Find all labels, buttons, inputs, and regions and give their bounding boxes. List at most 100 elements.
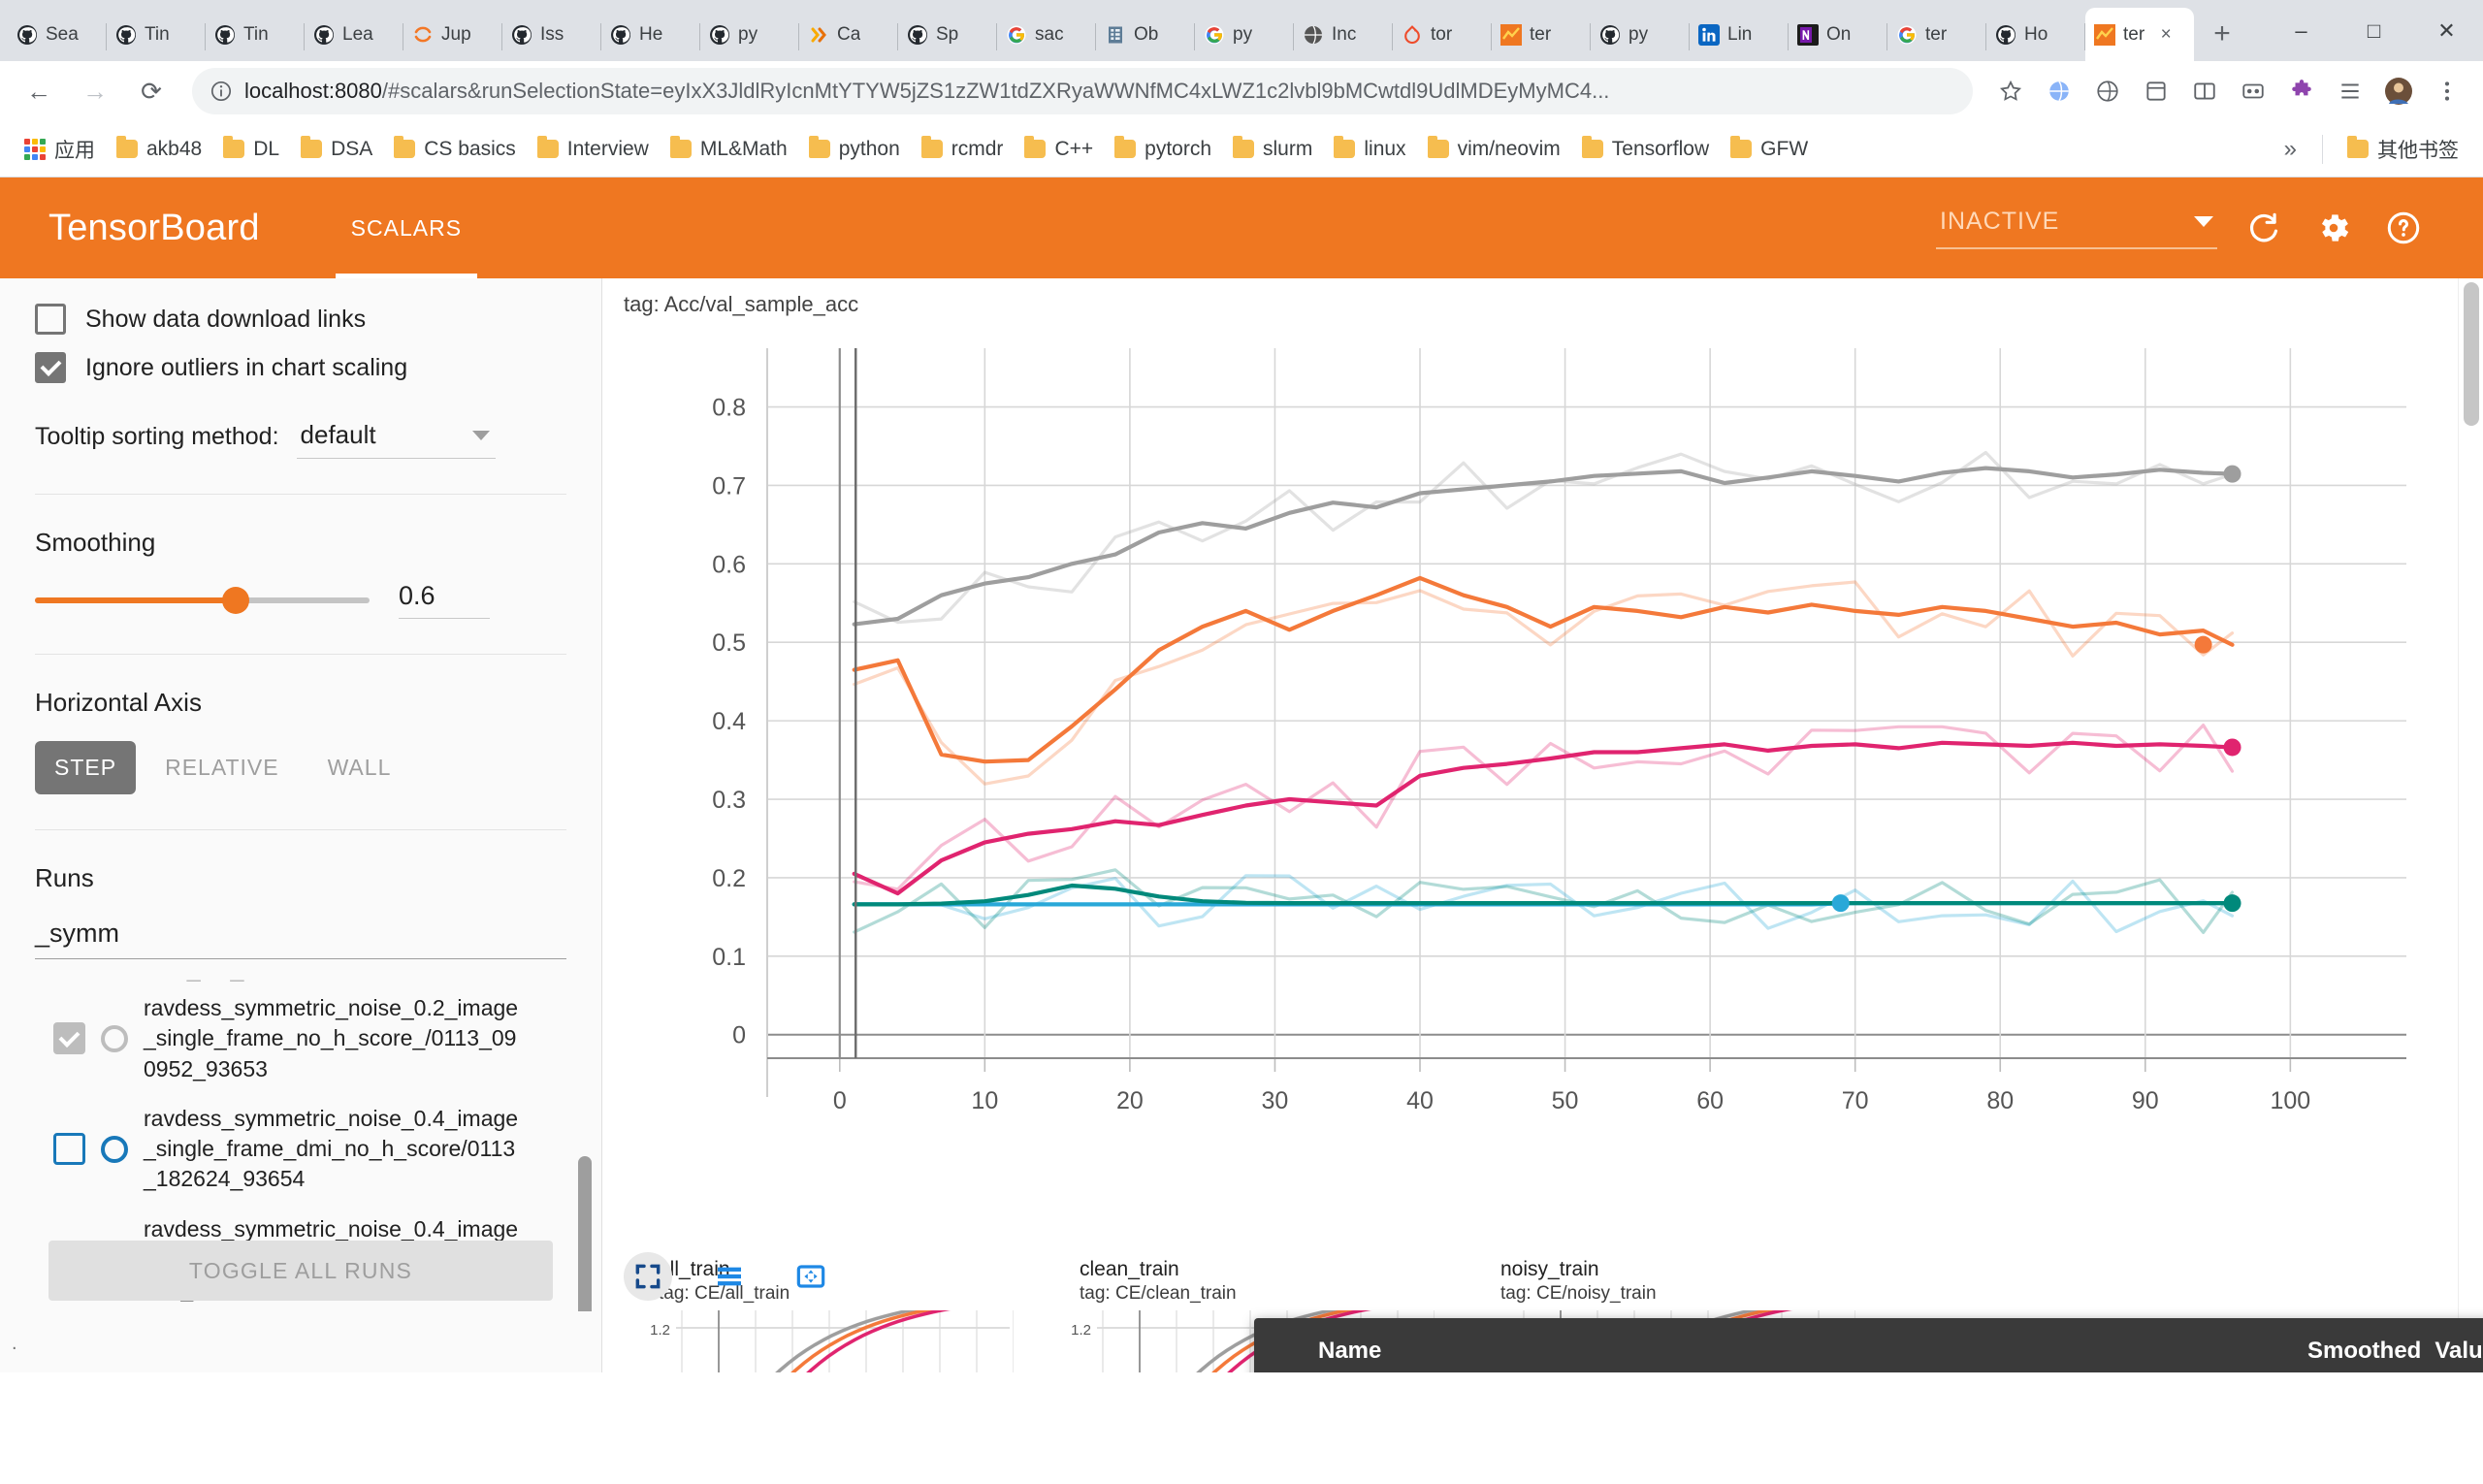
browser-tab[interactable]: sac bbox=[997, 8, 1096, 61]
bookmark-star-icon[interactable] bbox=[1988, 69, 2033, 113]
axis-button-step[interactable]: STEP bbox=[35, 741, 137, 794]
show-download-links-checkbox[interactable] bbox=[35, 304, 66, 335]
browser-tab[interactable]: Iss bbox=[502, 8, 601, 61]
ignore-outliers-checkbox[interactable] bbox=[35, 352, 66, 383]
forward-icon[interactable]: → bbox=[70, 66, 120, 116]
run-checkbox[interactable] bbox=[53, 1133, 85, 1166]
run-list-item[interactable]: ravdess_symmetric_noise_0.4_image_single… bbox=[0, 1094, 601, 1205]
run-list-scrollbar[interactable] bbox=[578, 1156, 592, 1311]
bookmark-item[interactable]: pytorch bbox=[1104, 132, 1222, 167]
collections-icon[interactable] bbox=[2134, 69, 2178, 113]
scalar-chart-svg[interactable]: 0 0.1 0.2 0.3 0.4 0.5 0.6 0.7 0.8 0 10 20 30 40 50 60 70… bbox=[602, 321, 2445, 1252]
help-icon[interactable] bbox=[2380, 205, 2427, 251]
bookmark-item[interactable]: slurm bbox=[1222, 132, 1323, 167]
fit-domain-icon[interactable] bbox=[624, 1252, 672, 1301]
toggle-all-runs-button[interactable]: TOGGLE ALL RUNS bbox=[48, 1241, 553, 1301]
share-icon[interactable] bbox=[2231, 69, 2275, 113]
show-download-links-row[interactable]: Show data download links bbox=[35, 304, 566, 335]
lower-chart-all-train[interactable]: all_train tag: CE/all_train 1.20.80.4 bbox=[626, 1258, 1023, 1372]
reload-icon[interactable]: ⟳ bbox=[126, 66, 177, 116]
browser-tab[interactable]: Lin bbox=[1690, 8, 1789, 61]
github-icon bbox=[609, 23, 632, 47]
tensorboard-app: TensorBoard SCALARS INACTIVE Show data d… bbox=[0, 177, 2483, 1372]
bookmark-item[interactable]: 应用 bbox=[14, 129, 106, 170]
bookmark-item[interactable]: python bbox=[798, 132, 911, 167]
tab-title: Sea bbox=[46, 23, 79, 45]
axis-button-relative[interactable]: RELATIVE bbox=[145, 741, 299, 794]
close-icon[interactable]: × bbox=[2153, 22, 2178, 48]
run-color-ring[interactable] bbox=[101, 1135, 128, 1163]
toggle-y-axis-icon[interactable] bbox=[705, 1252, 754, 1301]
browser-tab[interactable]: Inc bbox=[1294, 8, 1393, 61]
scalar-chart[interactable]: 0 0.1 0.2 0.3 0.4 0.5 0.6 0.7 0.8 0 10 20 30 40 50 60 70… bbox=[602, 321, 2444, 1252]
browser-tab[interactable]: tor bbox=[1393, 8, 1492, 61]
bookmark-item[interactable]: akb48 bbox=[106, 132, 212, 167]
bookmark-item[interactable]: C++ bbox=[1014, 132, 1104, 167]
new-tab-button[interactable]: + bbox=[2200, 12, 2244, 56]
tooltip-sorting-select[interactable]: default bbox=[296, 420, 496, 459]
extensions-icon[interactable] bbox=[2328, 69, 2372, 113]
browser-tab[interactable]: py bbox=[1591, 8, 1690, 61]
menu-dots-icon[interactable] bbox=[2425, 69, 2469, 113]
tensorboard-logo[interactable]: TensorBoard bbox=[48, 208, 260, 249]
bookmarks-overflow-chevron[interactable]: » bbox=[2273, 136, 2308, 163]
browser-tab[interactable]: py bbox=[700, 8, 799, 61]
address-bar[interactable]: localhost:8080/#scalars&runSelectionStat… bbox=[192, 68, 1973, 114]
minimize-button[interactable]: – bbox=[2265, 0, 2338, 61]
reading-list-icon[interactable] bbox=[2182, 69, 2227, 113]
gear-icon[interactable] bbox=[2310, 205, 2357, 251]
browser-tab[interactable]: Tin bbox=[206, 8, 305, 61]
bookmark-item[interactable]: ML&Math bbox=[660, 132, 798, 167]
globe-icon[interactable] bbox=[2085, 69, 2130, 113]
info-icon[interactable] bbox=[210, 80, 233, 103]
window-close-button[interactable]: ✕ bbox=[2410, 0, 2483, 61]
extension-puzzle-icon[interactable] bbox=[2279, 69, 2324, 113]
browser-tab[interactable]: Ho bbox=[1986, 8, 2085, 61]
main-scrollbar[interactable]: ▲ ▼ bbox=[2458, 278, 2483, 1372]
browser-tab[interactable]: ter bbox=[1887, 8, 1986, 61]
run-list-item[interactable]: ravdess_symmetric_noise_0.2_image_single… bbox=[0, 984, 601, 1094]
browser-tab[interactable]: Lea bbox=[305, 8, 403, 61]
scrollbar-thumb[interactable] bbox=[2464, 282, 2479, 426]
run-color-ring[interactable] bbox=[101, 1024, 128, 1052]
bookmark-item[interactable]: CS basics bbox=[383, 132, 527, 167]
profile-avatar[interactable] bbox=[2376, 69, 2421, 113]
bookmark-other[interactable]: 其他书签 bbox=[2337, 129, 2469, 170]
browser-tab-active[interactable]: ter × bbox=[2085, 8, 2194, 61]
bookmark-item[interactable]: rcmdr bbox=[911, 132, 1015, 167]
smoothing-value-input[interactable]: 0.6 bbox=[399, 581, 490, 619]
axis-button-wall[interactable]: WALL bbox=[308, 741, 411, 794]
bookmark-item[interactable]: Interview bbox=[527, 132, 660, 167]
reload-state-select[interactable]: INACTIVE bbox=[1936, 208, 2217, 249]
ignore-outliers-row[interactable]: Ignore outliers in chart scaling bbox=[35, 352, 566, 383]
browser-tab[interactable]: ter bbox=[1492, 8, 1591, 61]
bookmark-item[interactable]: Tensorflow bbox=[1571, 132, 1720, 167]
run-checkbox[interactable] bbox=[53, 1022, 85, 1055]
translate-icon[interactable] bbox=[2037, 69, 2081, 113]
pan-icon[interactable] bbox=[787, 1252, 835, 1301]
browser-tab[interactable]: Sea bbox=[8, 8, 107, 61]
bookmark-item[interactable]: linux bbox=[1323, 132, 1416, 167]
refresh-icon[interactable] bbox=[2241, 205, 2287, 251]
browser-tab[interactable]: py bbox=[1195, 8, 1294, 61]
browser-tab[interactable]: He bbox=[601, 8, 700, 61]
smoothing-slider-knob[interactable] bbox=[222, 586, 249, 614]
browser-tab[interactable]: Sp bbox=[898, 8, 997, 61]
bookmark-item[interactable]: vim/neovim bbox=[1417, 132, 1571, 167]
browser-tab[interactable]: Ca bbox=[799, 8, 898, 61]
maximize-button[interactable]: □ bbox=[2338, 0, 2410, 61]
tooltip-col-value: Value bbox=[2435, 1338, 2483, 1364]
browser-tab[interactable]: Jup bbox=[403, 8, 502, 61]
smoothing-slider[interactable] bbox=[35, 586, 370, 614]
browser-tab[interactable]: On bbox=[1789, 8, 1887, 61]
bookmark-label: 其他书签 bbox=[2377, 139, 2459, 162]
bookmark-item[interactable]: DSA bbox=[290, 132, 383, 167]
back-icon[interactable]: ← bbox=[14, 66, 64, 116]
lower-chart-svg[interactable]: 1.20.80.4 bbox=[626, 1302, 1015, 1372]
tab-scalars[interactable]: SCALARS bbox=[324, 177, 489, 278]
runs-filter-input[interactable]: _symm bbox=[35, 919, 566, 959]
browser-tab[interactable]: Ob bbox=[1096, 8, 1195, 61]
bookmark-item[interactable]: DL bbox=[212, 132, 290, 167]
bookmark-item[interactable]: GFW bbox=[1720, 132, 1819, 167]
browser-tab[interactable]: Tin bbox=[107, 8, 206, 61]
